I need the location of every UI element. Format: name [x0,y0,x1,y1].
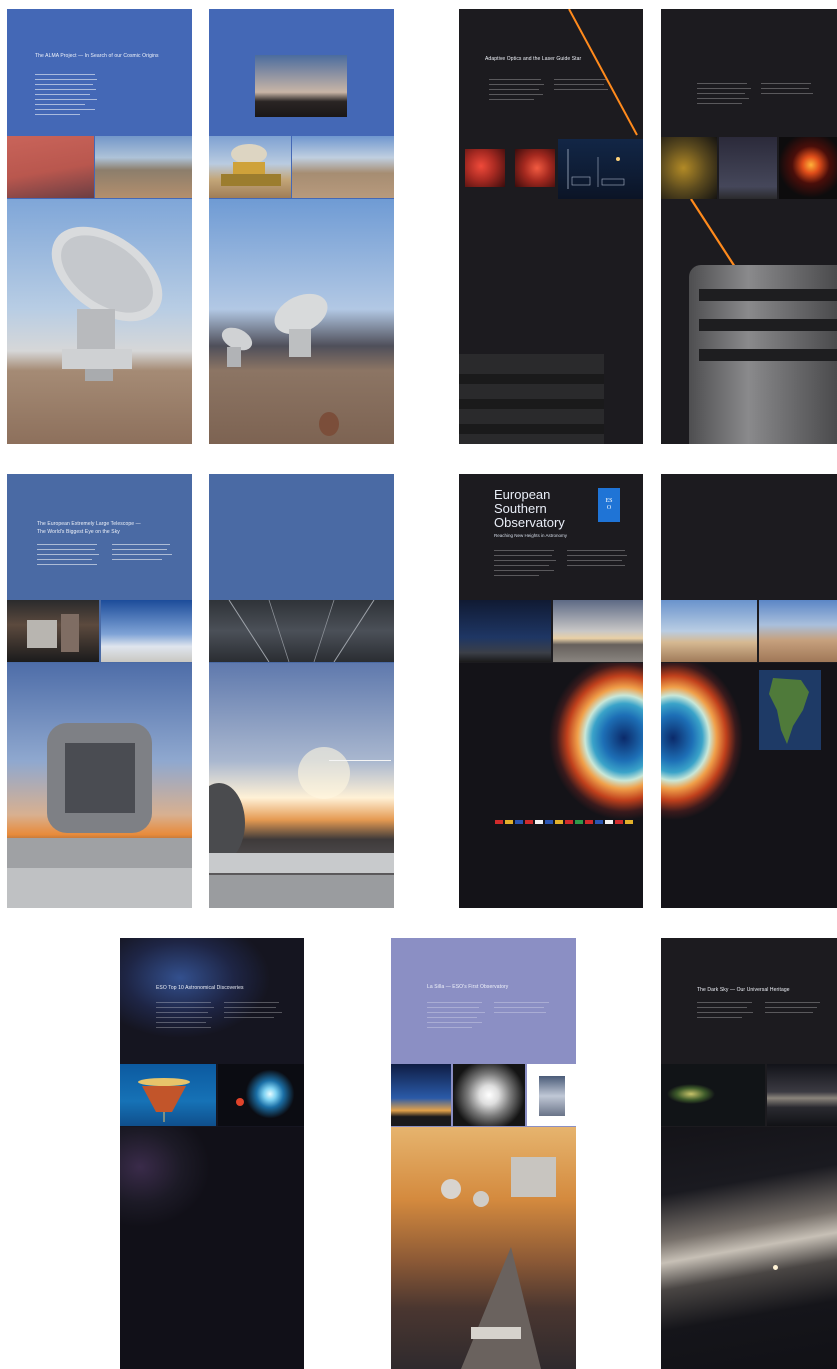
render-sunrise-site [209,663,394,908]
array-illustration [221,293,339,436]
diagram-adaptive-optics [558,139,643,199]
photo-milky-way [661,1127,837,1369]
render-eelt-dome [7,663,192,908]
poster-alma-left: The ALMA Project — In Search of our Cosm… [7,9,192,444]
poster-eso-heading-line3: Observatory [494,515,565,530]
poster-eso-heading-line2: Southern [494,501,547,516]
photo-plateau [95,136,192,198]
photo-star-field [120,1127,304,1369]
poster-lasilla: La Silla — ESO's First Observatory [391,938,576,1369]
poster-alma-right [209,9,394,444]
photo-desert-dune [7,136,94,198]
poster-eso-right [661,474,837,908]
photo-dusk-domes [391,1064,451,1126]
poster-lasilla-title: La Silla — ESO's First Observatory [427,984,509,990]
poster-eelt-left: The European Extremely Large Telescope —… [7,474,192,908]
diagram-cosmos [120,1064,216,1126]
photo-night-observatory [459,600,551,662]
poster-top10-title: ESO Top 10 Astronomical Discoveries [156,985,244,991]
photo-binary-star [218,1064,304,1126]
photo-instrument-harps [527,1064,576,1126]
transporter-illustration [221,144,281,186]
photo-alma-array [209,199,394,444]
poster-eelt-title-line2: The World's Biggest Eye on the Sky [37,529,120,535]
poster-eso-left: European Southern Observatory Reaching N… [459,474,643,908]
laser-beam [568,9,638,136]
map-south-america [759,670,821,750]
poster-laser-right [661,9,837,444]
poster-eso-subtitle: Reaching New Heights in Astronomy [494,533,568,538]
photo-alma-antenna [7,199,192,444]
poster-eso-heading-line1: European [494,487,551,502]
photo-galaxy [453,1064,525,1126]
photo-lasilla-site [391,1127,576,1369]
poster-darksky-title: The Dark Sky — Our Universal Heritage [697,987,790,993]
poster-laser-left: Adaptive Optics and the Laser Guide Star [459,9,643,444]
photo-helix-nebula-left [459,663,643,908]
photo-speckle-1 [465,149,505,187]
photo-laser-night [719,137,777,199]
photo-vlt-platform [661,600,757,662]
photo-snow-peaks [292,136,394,198]
poster-alma-title: The ALMA Project — In Search of our Cosm… [35,53,159,59]
poster-top10: ESO Top 10 Astronomical Discoveries [120,938,304,1369]
eso-logo: ES O [598,488,620,522]
map-world-lights [661,1064,765,1126]
photo-transporter [209,136,291,198]
photo-vlt-building [459,354,604,444]
photo-speckle-2 [515,149,555,187]
photo-red-star [779,137,837,199]
photo-golden-mirror [661,137,717,199]
eso-logo-text: ES O [605,498,613,511]
photo-domes-horizon [101,600,192,662]
antenna-illustration [51,226,163,381]
photo-observatory-dusk [255,55,347,117]
poster-eelt-title-line1: The European Extremely Large Telescope — [37,521,141,527]
photo-atacama [759,600,837,662]
poster-darksky: The Dark Sky — Our Universal Heritage [661,938,837,1369]
render-telescope-structure [209,599,394,663]
photo-instrument [7,600,99,662]
photo-telescope-dome [689,265,837,444]
poster-eelt-right [209,474,394,908]
photo-observatory-sunset [553,600,643,662]
photo-milky-way-strip [767,1064,837,1126]
